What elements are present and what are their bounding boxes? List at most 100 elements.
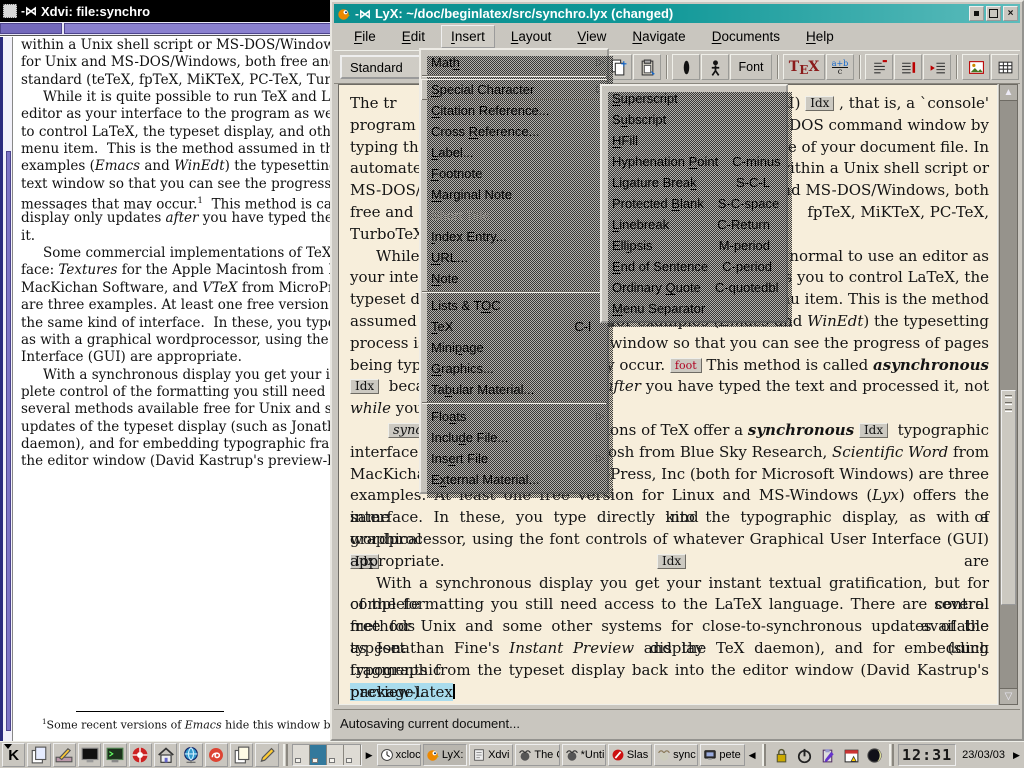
pager-desktop-4[interactable] <box>344 745 361 765</box>
xdvi-horizontal-scrollbar[interactable] <box>0 22 332 36</box>
task-button-theg[interactable]: The G <box>515 744 559 766</box>
xdvi-hscroll-thumb[interactable] <box>64 23 332 34</box>
menubar-item-file[interactable]: File <box>344 25 386 48</box>
scrollbar-thumb[interactable] <box>1001 390 1016 605</box>
taskbar-scroll-left-icon[interactable]: ▶ <box>364 750 375 761</box>
pager-desktop-3[interactable] <box>327 745 344 765</box>
konsole-launcher-button[interactable] <box>103 743 126 767</box>
tex-mode-button[interactable]: TEX <box>783 54 825 80</box>
pager-desktop-1[interactable] <box>293 745 310 765</box>
menubar-item-edit[interactable]: Edit <box>392 25 435 48</box>
menubar-item-navigate[interactable]: Navigate <box>622 25 695 48</box>
organizer-tray-button[interactable] <box>840 743 861 767</box>
minimize-button[interactable] <box>969 6 984 21</box>
terminal-launcher-button[interactable] <box>78 743 101 767</box>
redswirl-launcher-button[interactable] <box>205 743 228 767</box>
scroll-down-arrow[interactable]: ▽ <box>1000 688 1017 704</box>
xdvi-vscroll-thumb[interactable] <box>6 151 11 731</box>
menu-item-minipage[interactable]: Minipage <box>421 337 607 358</box>
menu-item-url[interactable]: URL... <box>421 247 607 268</box>
menu-item-superscript[interactable]: Superscript <box>602 88 786 109</box>
taskbar-scroll-right-icon[interactable]: ◀ <box>747 750 758 761</box>
menu-item-end-of-sentence[interactable]: End of SentenceC-period <box>602 256 786 277</box>
pendesk-launcher-button[interactable] <box>53 743 76 767</box>
task-button-pete[interactable]: pete <box>700 744 744 766</box>
lyx-titlebar[interactable]: -⋈ LyX: ~/doc/beginlatex/src/synchro.lyx… <box>334 4 1020 23</box>
scroll-up-arrow[interactable]: ▲ <box>1000 85 1017 101</box>
menu-item-index-entry[interactable]: Index Entry... <box>421 226 607 247</box>
xdvi-vertical-scrollbar[interactable] <box>0 37 13 741</box>
menu-item-short-title[interactable]: Short Title <box>421 205 607 226</box>
menubar-item-help[interactable]: Help <box>796 25 844 48</box>
home-launcher-button[interactable] <box>154 743 177 767</box>
menubar-item-documents[interactable]: Documents <box>702 25 790 48</box>
marginpar-button[interactable] <box>894 54 922 80</box>
power-tray-button[interactable] <box>794 743 815 767</box>
menu-item-tex[interactable]: TeXC-l <box>421 316 607 337</box>
menubar-item-layout[interactable]: Layout <box>501 25 562 48</box>
font-button[interactable]: Font <box>730 54 772 80</box>
menu-item-label[interactable]: Label... <box>421 142 607 163</box>
menu-item-graphics[interactable]: Graphics... <box>421 358 607 379</box>
menubar-item-insert[interactable]: Insert <box>441 25 495 48</box>
papers-launcher-button[interactable] <box>230 743 253 767</box>
moon-tray-button[interactable] <box>864 743 885 767</box>
panel-handle[interactable] <box>889 744 894 766</box>
help-launcher-button[interactable] <box>129 743 152 767</box>
menu-item-cross-reference[interactable]: Cross Reference... <box>421 121 607 142</box>
panel-handle[interactable] <box>762 744 767 766</box>
task-button-unti[interactable]: *Unti <box>562 744 606 766</box>
menu-item-special-character[interactable]: Special Character▷ <box>421 79 607 100</box>
pencil-launcher-button[interactable] <box>255 743 278 767</box>
paragraph-style-combo[interactable]: Standard <box>340 55 430 79</box>
menu-item-external-material[interactable]: External Material... <box>421 469 607 490</box>
menu-item-lists-toc[interactable]: Lists & TOC <box>421 295 607 316</box>
menu-item-footnote[interactable]: Footnote <box>421 163 607 184</box>
globe-launcher-button[interactable] <box>179 743 202 767</box>
pager-desktop-2[interactable] <box>310 745 327 765</box>
index-inset-button[interactable]: Idx <box>805 96 834 111</box>
lock-tray-button[interactable] <box>770 743 791 767</box>
klipper-tray-button[interactable] <box>817 743 838 767</box>
task-button-xdvi[interactable]: Xdvi <box>469 744 513 766</box>
menubar-item-view[interactable]: View <box>567 25 616 48</box>
table-button[interactable] <box>991 54 1019 80</box>
panel-handle[interactable] <box>283 744 288 766</box>
menu-item-linebreak[interactable]: LinebreakC-Return <box>602 214 786 235</box>
menu-item-citation-reference[interactable]: Citation Reference... <box>421 100 607 121</box>
task-button-sync[interactable]: sync <box>654 744 698 766</box>
menu-item-tabular-material[interactable]: Tabular Material... <box>421 379 607 400</box>
task-button-xcloc[interactable]: xcloc <box>377 744 421 766</box>
menu-item-note[interactable]: Note <box>421 268 607 289</box>
kmenu-button[interactable]: K <box>2 743 25 767</box>
xdvi-hscroll-segment[interactable] <box>0 23 62 34</box>
task-button-slas[interactable]: Slas <box>608 744 652 766</box>
menu-item-protected-blank[interactable]: Protected BlankS-C-space <box>602 193 786 214</box>
xdvi-titlebar[interactable]: -⋈ Xdvi: file:synchro <box>0 0 332 22</box>
maximize-button[interactable] <box>986 6 1001 21</box>
emph-button[interactable] <box>672 54 700 80</box>
menu-item-ellipsis[interactable]: EllipsisM-period <box>602 235 786 256</box>
math-mode-button[interactable]: a+bc <box>826 54 854 80</box>
figure-button[interactable] <box>962 54 990 80</box>
index-inset-button[interactable]: Idx <box>350 379 379 394</box>
menu-item-marginal-note[interactable]: Marginal Note <box>421 184 607 205</box>
menu-item-math[interactable]: Math▷ <box>421 52 607 73</box>
windowlist-launcher-button[interactable] <box>27 743 50 767</box>
menu-item-floats[interactable]: Floats▷ <box>421 406 607 427</box>
menu-item-hfill[interactable]: HFill <box>602 130 786 151</box>
index-inset-button[interactable]: Idx <box>859 423 888 438</box>
footnote-button[interactable] <box>865 54 893 80</box>
menu-item-subscript[interactable]: Subscript <box>602 109 786 130</box>
index-inset-button[interactable]: Idx <box>657 554 686 569</box>
menu-item-include-file[interactable]: Include File... <box>421 427 607 448</box>
panel-hide-arrow-icon[interactable]: ▶ <box>1011 750 1022 761</box>
depth-button[interactable] <box>923 54 951 80</box>
menu-item-insert-file[interactable]: Insert File▷ <box>421 448 607 469</box>
footnote-inset-button[interactable]: foot <box>670 358 702 373</box>
paste-button[interactable] <box>633 54 661 80</box>
document-scrollbar[interactable]: ▲ ▽ <box>999 84 1018 705</box>
menu-item-menu-separator[interactable]: Menu Separator <box>602 298 786 319</box>
menu-item-ordinary-quote[interactable]: Ordinary QuoteC-quotedbl <box>602 277 786 298</box>
menu-item-hyphenation-point[interactable]: Hyphenation PointC-minus <box>602 151 786 172</box>
